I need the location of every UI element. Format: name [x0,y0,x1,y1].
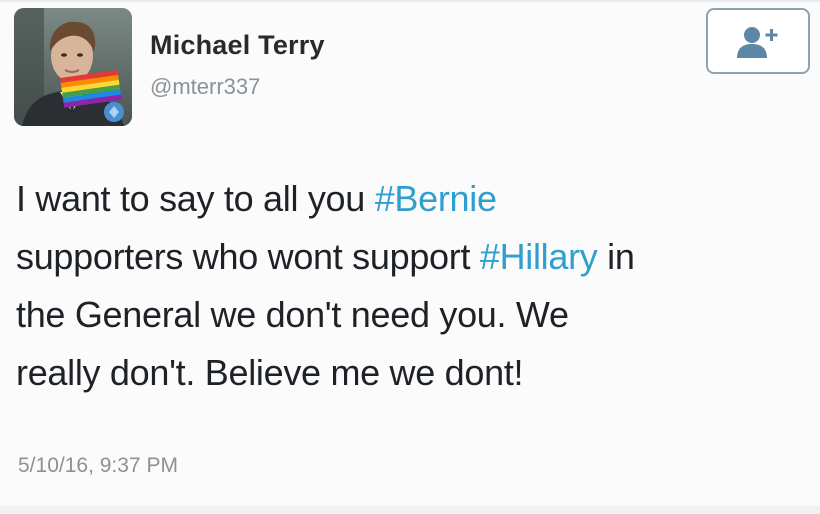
tweet-text-segment: in [597,236,635,277]
avatar-photo [14,8,132,126]
tweet-timestamp[interactable]: 5/10/16, 9:37 PM [18,454,178,478]
divider [0,506,820,514]
avatar[interactable] [14,8,132,126]
tweet-text-segment: really don't. Believe me we dont! [16,352,524,393]
display-name[interactable]: Michael Terry [150,30,325,61]
follow-button[interactable] [706,8,810,74]
tweet-text-segment: supporters who wont support [16,236,480,277]
add-user-icon [737,27,778,58]
tweet-text-segment: the General we don't need you. We [16,294,569,335]
tweet-card: Michael Terry @mterr337 I want to say to… [0,0,820,514]
hashtag-link[interactable]: #Hillary [480,236,598,277]
tweet-text: I want to say to all you #Bernie supporte… [16,170,811,402]
hashtag-link[interactable]: #Bernie [375,178,497,219]
tweet-text-segment: I want to say to all you [16,178,375,219]
user-handle[interactable]: @mterr337 [150,74,260,100]
